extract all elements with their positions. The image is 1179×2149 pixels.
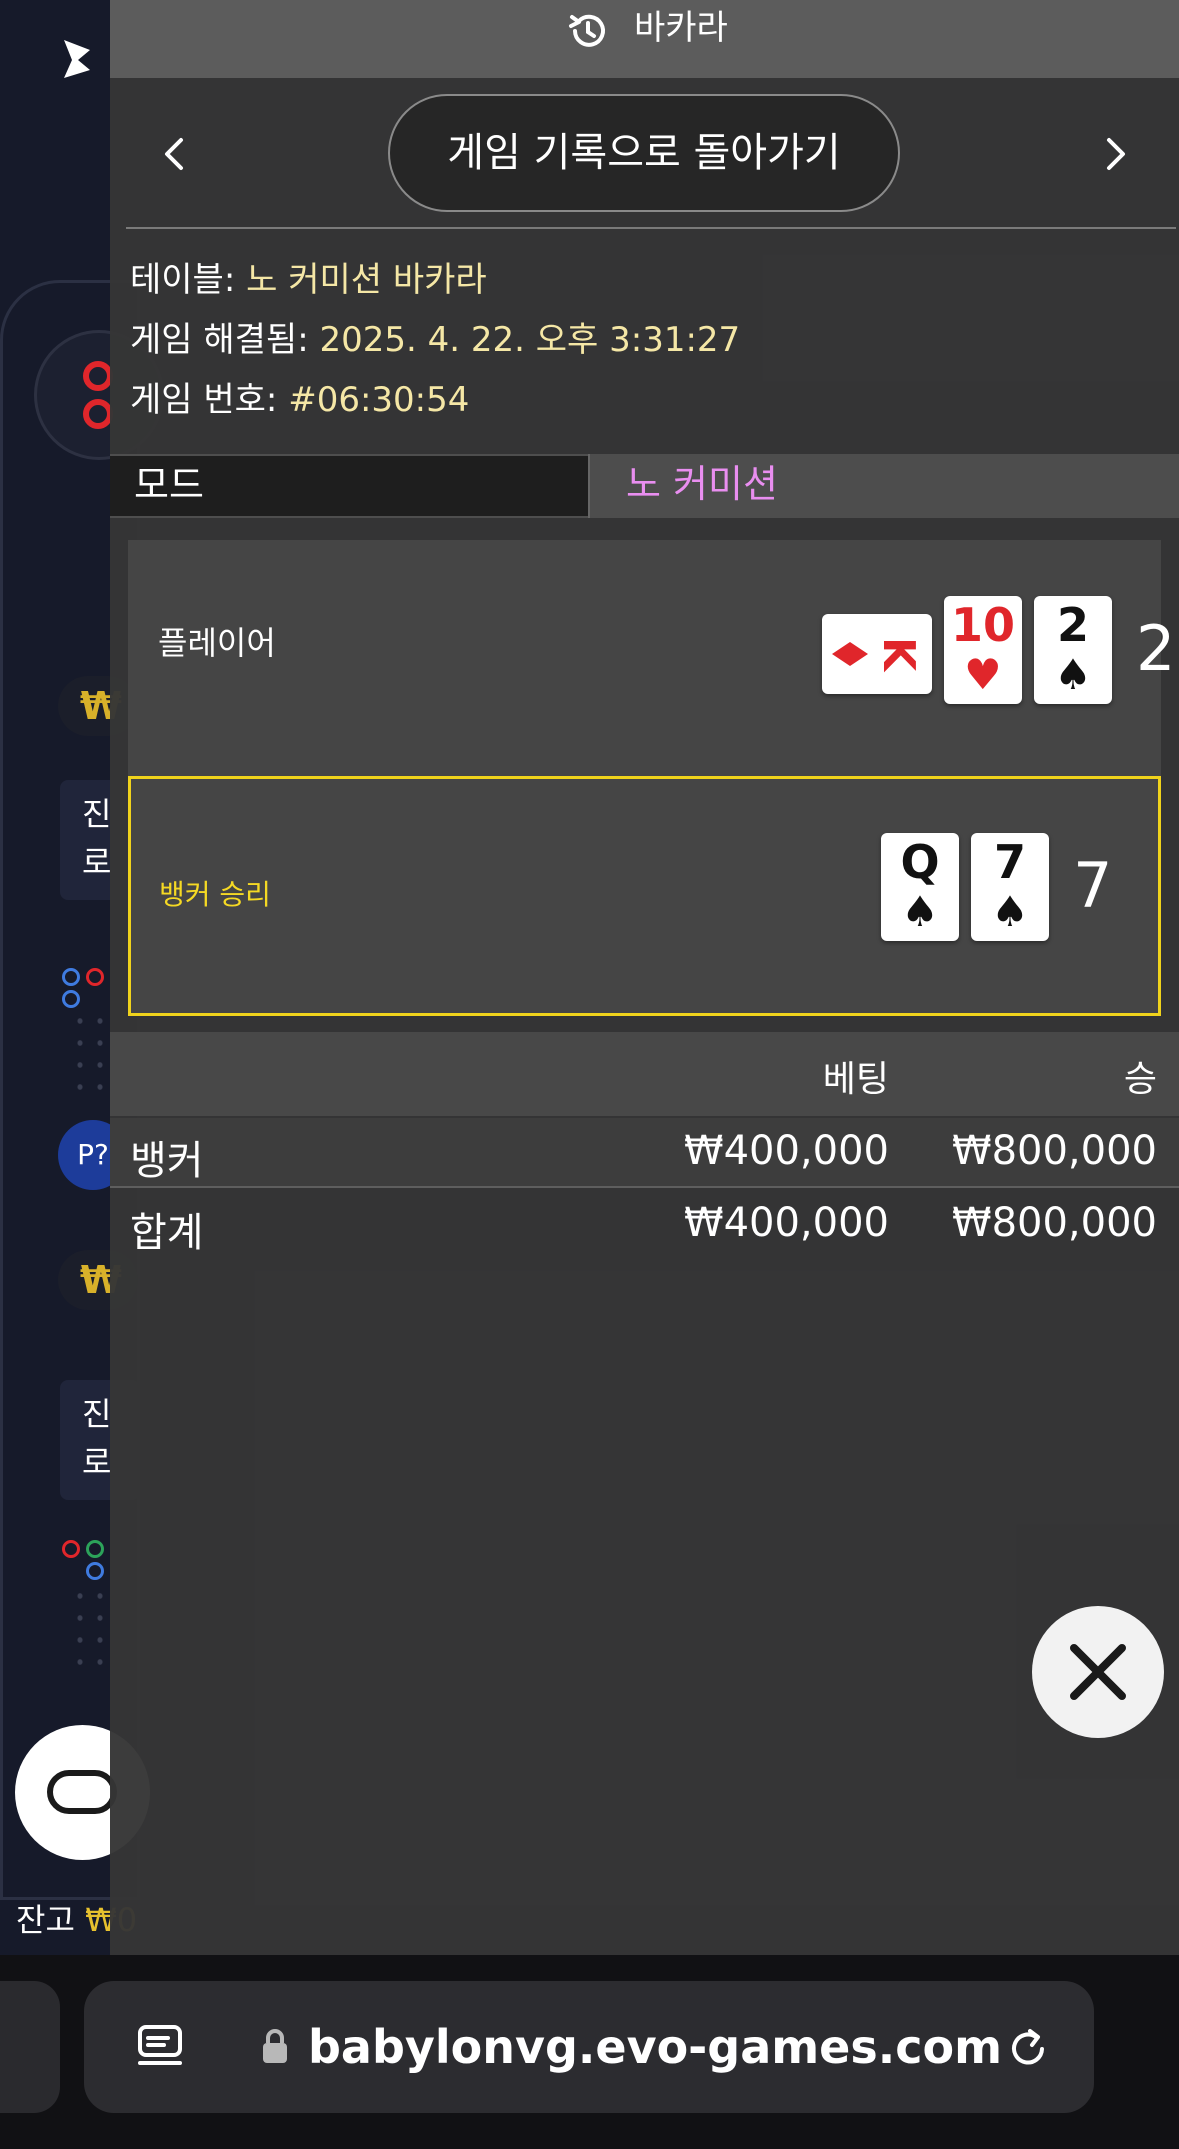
green-ring-icon xyxy=(86,1540,104,1558)
table-row: 뱅커 ₩400,000 ₩800,000 xyxy=(110,1118,1179,1188)
player-score: 2 xyxy=(1136,612,1176,685)
game-history-panel: 바카라 게임 기록으로 돌아가기 테이블: 노 커미션 바카라 게임 해결됨: … xyxy=(110,0,1179,1955)
resolved-info: 게임 해결됨: 2025. 4. 22. 오후 3:31:27 xyxy=(130,320,741,360)
banker-card-1: Q ♠ xyxy=(881,833,959,941)
blue-ring-icon xyxy=(62,968,80,986)
table-row-total: 합계 ₩400,000 ₩800,000 xyxy=(130,1200,1157,1256)
mode-value: 노 커미션 xyxy=(588,454,1179,518)
roadmap-dots xyxy=(70,1585,110,1675)
close-button[interactable] xyxy=(1032,1606,1164,1738)
player-hand: 플레이어 K 10 ♥ 2 ♠ 2 xyxy=(128,540,1175,776)
red-ring-icon xyxy=(83,361,113,391)
table-icon xyxy=(47,1770,117,1814)
previous-tab[interactable] xyxy=(0,1981,60,2113)
back-to-history-button[interactable]: 게임 기록으로 돌아가기 xyxy=(388,94,900,212)
url-text: babylonvg.evo-games.com xyxy=(308,2020,1003,2074)
divider xyxy=(126,227,1176,229)
history-nav: 게임 기록으로 돌아가기 xyxy=(110,78,1179,228)
player-card-1: K xyxy=(822,614,932,694)
blue-ring-icon xyxy=(86,1562,104,1580)
table-info: 테이블: 노 커미션 바카라 xyxy=(130,260,487,300)
player-card-2: 10 ♥ xyxy=(944,596,1022,704)
diamond-king-card-icon: K xyxy=(832,637,924,673)
player-card-3: 2 ♠ xyxy=(1034,596,1112,704)
close-icon xyxy=(1070,1644,1126,1700)
screen: ₩ 진 로 P? ₩ 진 로 잔고 ₩0 xyxy=(0,0,1179,2149)
banker-card-2: 7 ♠ xyxy=(971,833,1049,941)
history-icon xyxy=(569,14,605,47)
roadmap-dots xyxy=(70,1010,110,1100)
game-number-info: 게임 번호: #06:30:54 xyxy=(130,380,470,420)
red-ring-icon xyxy=(62,1540,80,1558)
reader-mode-icon[interactable] xyxy=(134,2021,186,2073)
header-bet: 베팅 xyxy=(822,1059,889,1100)
brand-logo-icon xyxy=(64,40,90,78)
heart-icon: ♥ xyxy=(964,650,1002,699)
banker-win-label: 뱅커 승리 xyxy=(159,878,271,911)
panel-title: 바카라 xyxy=(634,8,728,48)
header-win: 승 xyxy=(1123,1059,1157,1100)
panel-header: 바카라 xyxy=(110,0,1179,78)
lock-icon xyxy=(263,2029,287,2063)
player-label: 플레이어 xyxy=(158,624,276,662)
banker-hand: 뱅커 승리 Q ♠ 7 ♠ 7 xyxy=(128,776,1161,1016)
red-ring-icon xyxy=(86,968,104,986)
mode-row: 모드 노 커미션 xyxy=(110,454,1179,518)
spade-icon: ♠ xyxy=(901,887,939,936)
banker-score: 7 xyxy=(1073,849,1113,922)
bet-table-header: 베팅 승 xyxy=(110,1032,1179,1116)
browser-toolbar: babylonvg.evo-games.com xyxy=(0,1955,1179,2149)
spade-icon: ♠ xyxy=(991,887,1029,936)
address-bar[interactable]: babylonvg.evo-games.com xyxy=(84,1981,1094,2113)
hands-area: 플레이어 K 10 ♥ 2 ♠ 2 뱅커 승리 Q ♠ 7 ♠ 7 xyxy=(128,540,1175,1016)
prev-game-icon[interactable] xyxy=(155,134,195,174)
blue-ring-icon xyxy=(62,990,80,1008)
spade-icon: ♠ xyxy=(1054,650,1092,699)
svg-text:K: K xyxy=(873,637,924,673)
mode-label: 모드 xyxy=(110,454,588,518)
next-game-icon[interactable] xyxy=(1095,134,1135,174)
red-ring-icon xyxy=(83,399,113,429)
reload-icon[interactable] xyxy=(1002,2023,1054,2075)
